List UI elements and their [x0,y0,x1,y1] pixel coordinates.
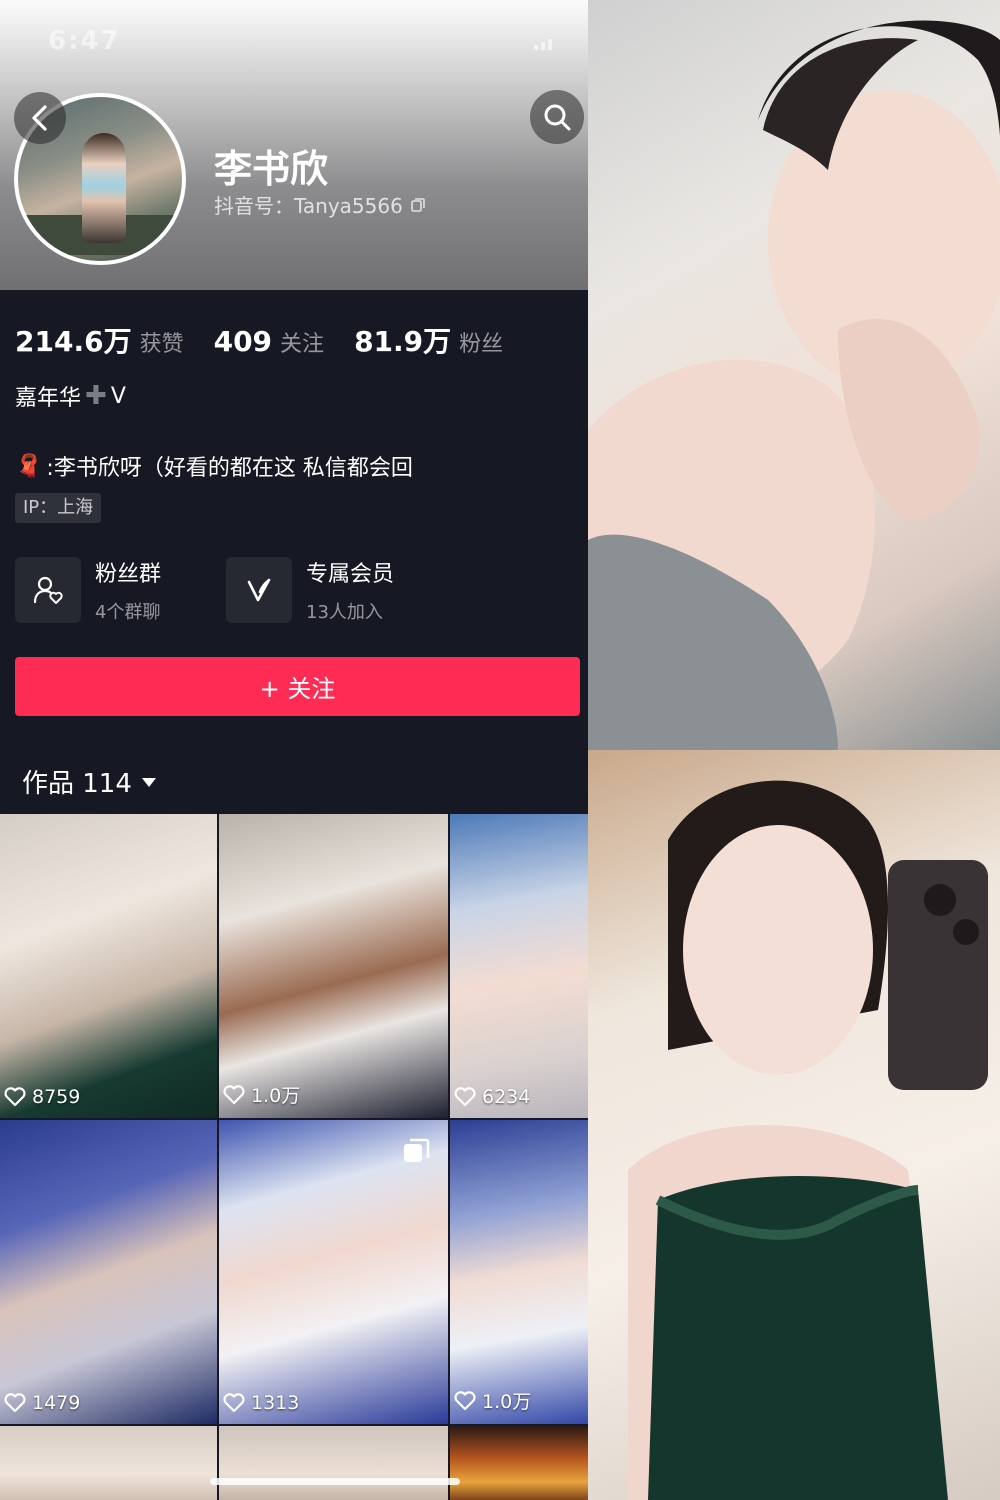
like-count-text: 6234 [482,1086,531,1108]
heart-icon [223,1084,245,1104]
status-time: 6:47 [48,26,121,56]
portrait-illustration [588,20,1000,750]
stat-label: 关注 [280,332,325,357]
feature-subtitle: 13人加入 [306,602,383,623]
follow-button-label: + 关注 [259,675,336,703]
tag-right: V [110,383,126,409]
vip-v-icon [226,557,292,623]
like-count: 1313 [223,1392,299,1414]
profile-tag: 嘉年华 ✚ V [15,380,126,412]
profile-name: 李书欣 [214,147,329,191]
feature-title: 专属会员 [306,562,395,587]
like-count-text: 1.0万 [251,1085,301,1107]
stat-value: 214.6万 [15,325,132,358]
profile-screen: 6:47 李书欣 抖音号：Tanya5566 214.6万 获赞 409 关注 … [0,0,588,1500]
signal-icon [534,38,556,50]
mirror-selfie-illustration [628,780,988,1500]
profile-body: 214.6万 获赞 409 关注 81.9万 粉丝 嘉年华 ✚ V 🧣 :李书欣… [0,290,588,1500]
feature-subtitle: 4个群聊 [95,602,161,623]
tag-left: 嘉年华 [15,386,82,411]
douyin-id-text: 抖音号：Tanya5566 [214,194,403,218]
back-button[interactable] [14,92,66,144]
video-tile[interactable]: 1479 [0,1120,217,1424]
heart-icon [223,1393,245,1413]
video-tile[interactable]: 1.0万 [219,814,448,1118]
video-tile[interactable] [219,1426,448,1500]
profile-bio: 🧣 :李书欣呀（好看的都在这 私信都会回 [15,450,413,482]
douyin-id: 抖音号：Tanya5566 [214,190,425,219]
like-count-text: 1.0万 [482,1391,532,1413]
video-tile[interactable]: 8759 [0,814,217,1118]
works-tab[interactable]: 作品 114 [22,763,156,800]
stat-label: 获赞 [139,332,184,357]
caret-down-icon [141,778,156,787]
like-count: 1.0万 [223,1081,300,1108]
video-tile[interactable]: 6234 [450,814,588,1118]
like-count: 1479 [4,1392,80,1414]
feature-title: 粉丝群 [95,562,162,587]
multi-photo-icon [404,1138,430,1162]
video-tile[interactable] [450,1426,588,1500]
search-button[interactable] [530,90,584,144]
stat-label: 粉丝 [459,332,504,357]
heart-icon [454,1390,476,1410]
stat-following[interactable]: 409 关注 [214,325,324,358]
portrait-photo-bottom [588,750,1000,1500]
plus-icon: ✚ [85,381,107,411]
video-tile[interactable]: 1313 [219,1120,448,1424]
fan-group-entry[interactable]: 粉丝群 4个群聊 [15,556,161,624]
stat-followers[interactable]: 81.9万 粉丝 [354,320,503,360]
bio-text: :李书欣呀（好看的都在这 私信都会回 [46,456,413,481]
vip-membership-entry[interactable]: 专属会员 13人加入 [226,556,394,624]
portrait-photo-top [588,0,1000,750]
stat-value: 409 [213,325,273,358]
copy-icon[interactable] [411,197,425,212]
stat-value: 81.9万 [354,325,452,358]
like-count-text: 1313 [251,1392,300,1414]
like-count: 8759 [4,1086,80,1108]
video-tile[interactable] [0,1426,217,1500]
chevron-left-icon [32,105,47,131]
scarf-emoji-icon: 🧣 [15,453,43,479]
heart-icon [4,1087,26,1107]
profile-stats: 214.6万 获赞 409 关注 81.9万 粉丝 [15,320,503,360]
profile-header: 6:47 李书欣 抖音号：Tanya5566 [0,0,588,290]
like-count-text: 8759 [32,1086,81,1108]
ip-location-badge: IP：上海 [15,493,102,523]
stat-likes[interactable]: 214.6万 获赞 [15,320,184,360]
heart-icon [454,1087,476,1107]
like-count-text: 1479 [32,1392,81,1414]
fan-group-icon [15,557,81,623]
search-icon [544,104,571,131]
works-tab-label: 作品 114 [22,769,132,799]
follow-button[interactable]: + 关注 [15,657,580,716]
like-count: 1.0万 [454,1387,531,1414]
home-indicator[interactable] [210,1478,460,1485]
like-count: 6234 [454,1086,530,1108]
video-tile[interactable]: 1.0万 [450,1120,588,1424]
heart-icon [4,1393,26,1413]
